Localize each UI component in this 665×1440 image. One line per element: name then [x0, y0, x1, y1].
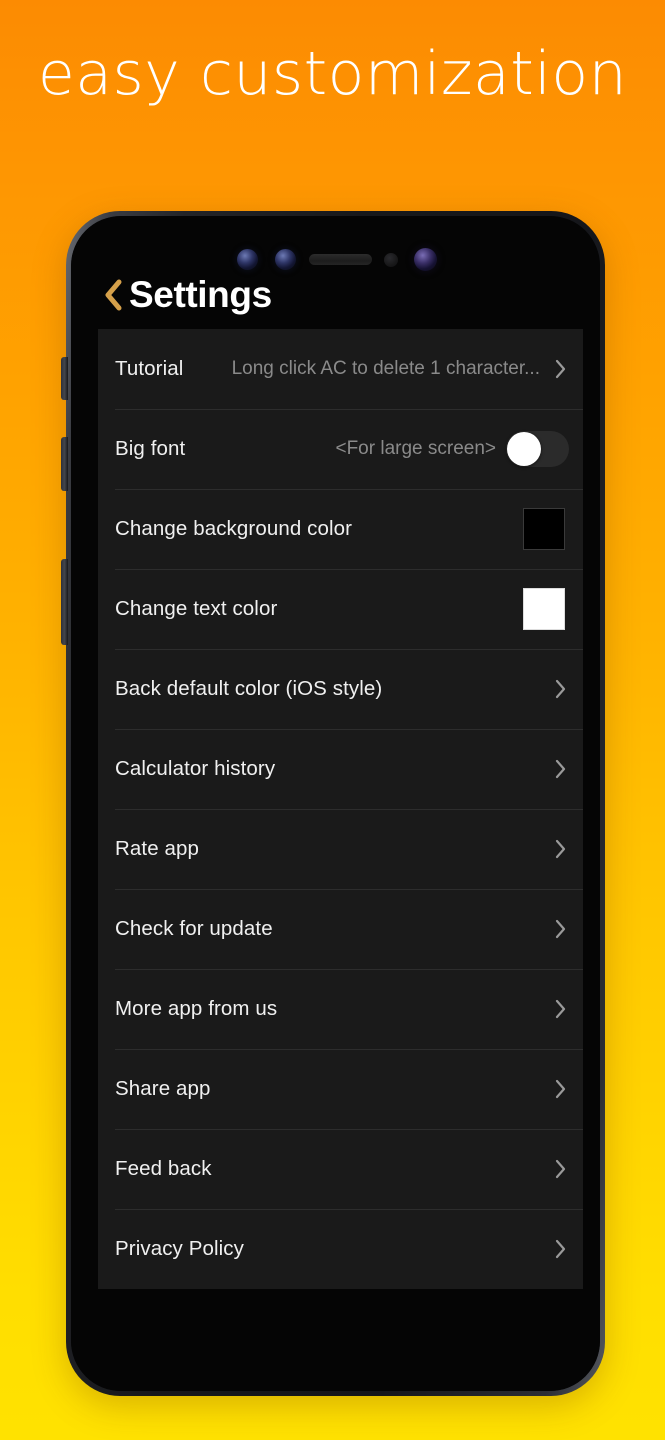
chevron-right-icon[interactable] [554, 358, 567, 380]
row-label: Back default color (iOS style) [115, 677, 383, 700]
chevron-right-icon[interactable] [554, 758, 567, 780]
settings-row-calculator-history[interactable]: Calculator history [98, 729, 583, 809]
row-label: Privacy Policy [115, 1237, 244, 1260]
row-label: Calculator history [115, 757, 276, 780]
settings-list: Tutorial Long click AC to delete 1 chara… [98, 329, 583, 1289]
settings-row-privacy-policy[interactable]: Privacy Policy [98, 1209, 583, 1289]
big-font-toggle[interactable] [506, 431, 569, 467]
row-value: <For large screen> [335, 438, 496, 459]
settings-row-big-font[interactable]: Big font <For large screen> [98, 409, 583, 489]
chevron-right-icon[interactable] [554, 998, 567, 1020]
app-header: Settings [71, 264, 600, 326]
background-color-swatch[interactable] [523, 508, 565, 550]
row-label: Change text color [115, 597, 278, 620]
settings-row-feed-back[interactable]: Feed back [98, 1129, 583, 1209]
page-title: Settings [129, 274, 272, 315]
settings-row-back-default-color[interactable]: Back default color (iOS style) [98, 649, 583, 729]
row-accessory [550, 1158, 573, 1180]
settings-row-more-app-from-us[interactable]: More app from us [98, 969, 583, 1049]
settings-row-change-text-color[interactable]: Change text color [98, 569, 583, 649]
promo-headline: easy customization [37, 39, 628, 109]
settings-row-check-for-update[interactable]: Check for update [98, 889, 583, 969]
row-accessory [550, 1078, 573, 1100]
row-accessory [550, 678, 573, 700]
chevron-right-icon[interactable] [554, 1158, 567, 1180]
row-accessory [523, 508, 573, 550]
settings-row-rate-app[interactable]: Rate app [98, 809, 583, 889]
row-accessory: <For large screen> [335, 431, 573, 467]
chevron-right-icon[interactable] [554, 678, 567, 700]
settings-row-tutorial[interactable]: Tutorial Long click AC to delete 1 chara… [98, 329, 583, 409]
row-value: Long click AC to delete 1 character... [231, 358, 540, 379]
phone-device-frame: Settings Tutorial Long click AC to delet… [61, 211, 605, 1396]
chevron-right-icon[interactable] [554, 918, 567, 940]
phone-side-button-2[interactable] [61, 437, 68, 491]
row-label: Check for update [115, 917, 273, 940]
chevron-right-icon[interactable] [554, 1078, 567, 1100]
toggle-knob[interactable] [507, 432, 541, 466]
chevron-left-icon[interactable] [103, 278, 123, 312]
text-color-swatch[interactable] [523, 588, 565, 630]
phone-side-button-3[interactable] [61, 559, 68, 645]
settings-row-share-app[interactable]: Share app [98, 1049, 583, 1129]
settings-row-change-background-color[interactable]: Change background color [98, 489, 583, 569]
phone-side-button-1[interactable] [61, 357, 68, 400]
row-accessory [523, 588, 573, 630]
promo-screenshot: easy customization Settings Tutorial Lon… [0, 0, 665, 1440]
phone-screen: Settings Tutorial Long click AC to delet… [71, 216, 600, 1391]
row-accessory [550, 998, 573, 1020]
row-accessory: Long click AC to delete 1 character... [232, 358, 573, 380]
row-accessory [550, 758, 573, 780]
row-accessory [550, 838, 573, 860]
row-label: Change background color [115, 517, 353, 540]
row-label: Share app [115, 1077, 211, 1100]
chevron-right-icon[interactable] [554, 838, 567, 860]
row-label: Big font [115, 437, 186, 460]
row-accessory [550, 1238, 573, 1260]
row-label: More app from us [115, 997, 278, 1020]
row-accessory [550, 918, 573, 940]
chevron-right-icon[interactable] [554, 1238, 567, 1260]
row-label: Feed back [115, 1157, 212, 1180]
phone-bezel: Settings Tutorial Long click AC to delet… [71, 216, 600, 1391]
row-label: Rate app [115, 837, 200, 860]
row-label: Tutorial [115, 357, 184, 380]
